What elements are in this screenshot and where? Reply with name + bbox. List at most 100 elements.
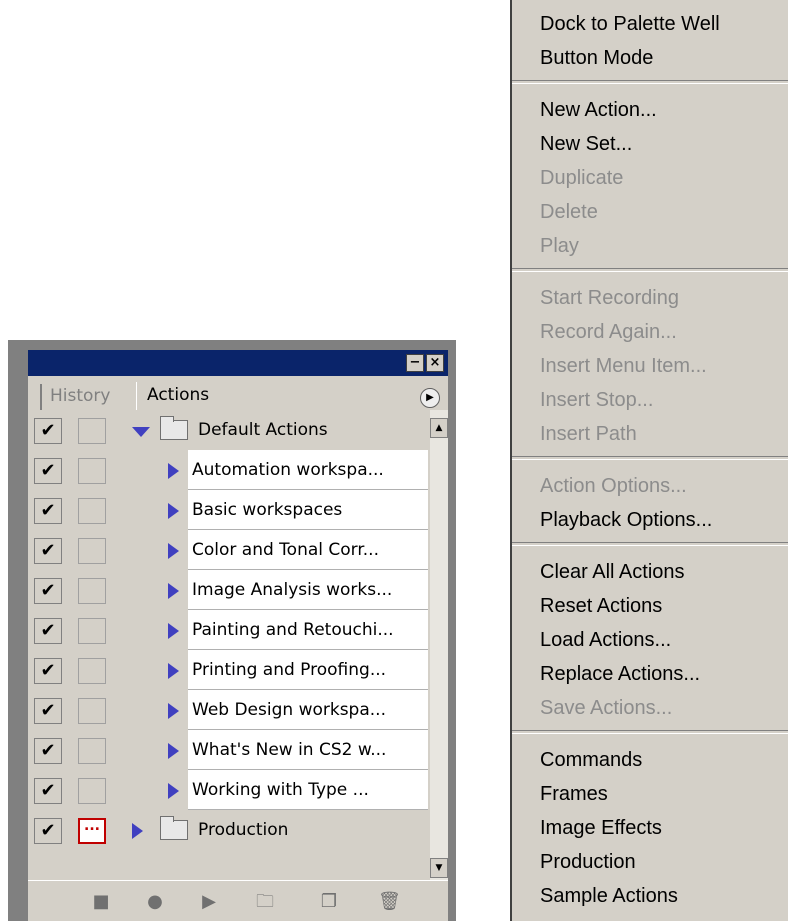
action-label: Color and Tonal Corr... <box>192 540 379 560</box>
toggle-item-checkbox[interactable]: ✔ <box>34 778 62 804</box>
action-label: Working with Type ... <box>192 780 369 800</box>
action-row[interactable]: ✔ Working with Type ... <box>28 770 428 810</box>
actions-list: ✔ Default Actions ✔ Automation workspa...… <box>28 410 448 880</box>
minimize-icon[interactable]: − <box>406 354 424 372</box>
menu-item-production[interactable]: Production <box>540 846 636 878</box>
toggle-item-checkbox[interactable]: ✔ <box>34 498 62 524</box>
menu-item-start-recording: Start Recording <box>540 287 679 309</box>
palette-tabs: History Actions ▶ <box>28 376 448 410</box>
toggle-dialog-checkbox[interactable] <box>78 738 106 764</box>
menu-item-save-actions: Save Actions... <box>540 697 673 719</box>
action-row[interactable]: ✔ Automation workspa... <box>28 450 428 490</box>
scroll-down-icon[interactable]: ▼ <box>430 858 448 878</box>
set-label: Production <box>198 820 289 840</box>
new-set-icon[interactable]: 🗀 <box>256 893 274 911</box>
actions-palette: − × History Actions ▶ ✔ Default Actions … <box>8 340 456 921</box>
toggle-dialog-checkbox[interactable] <box>78 498 106 524</box>
close-icon[interactable]: × <box>426 354 444 372</box>
palette-menu-arrow-icon[interactable]: ▶ <box>420 388 440 408</box>
toggle-item-checkbox[interactable]: ✔ <box>34 658 62 684</box>
stop-icon[interactable]: ■ <box>92 893 110 911</box>
expand-triangle-right-icon[interactable] <box>168 743 179 759</box>
expand-triangle-right-icon[interactable] <box>168 503 179 519</box>
set-row-production[interactable]: ✔ Production <box>28 810 428 850</box>
menu-item-sample-actions[interactable]: Sample Actions <box>540 880 678 912</box>
new-action-icon[interactable]: ❐ <box>320 893 338 911</box>
action-row[interactable]: ✔ Painting and Retouchi... <box>28 610 428 650</box>
folder-icon <box>160 816 188 840</box>
tab-actions[interactable]: Actions <box>136 382 232 410</box>
menu-item-action-options: Action Options... <box>540 475 687 497</box>
list-scrollbar[interactable]: ▲ ▼ <box>430 410 448 880</box>
palette-button-bar: ■ ● ▶ 🗀 ❐ 🗑 <box>28 880 448 921</box>
expand-triangle-right-icon[interactable] <box>168 463 179 479</box>
expand-triangle-down-icon[interactable] <box>132 427 150 437</box>
palette-titlebar[interactable]: − × <box>28 350 448 376</box>
toggle-item-checkbox[interactable]: ✔ <box>34 698 62 724</box>
menu-item-commands[interactable]: Commands <box>540 744 642 776</box>
record-icon[interactable]: ● <box>146 893 164 911</box>
tab-history[interactable]: History <box>40 384 140 410</box>
expand-triangle-right-icon[interactable] <box>168 623 179 639</box>
action-row[interactable]: ✔ Color and Tonal Corr... <box>28 530 428 570</box>
folder-icon <box>160 416 188 440</box>
toggle-item-checkbox[interactable]: ✔ <box>34 418 62 444</box>
actions-flyout-menu: Dock to Palette Well Button Mode New Actio… <box>510 0 788 921</box>
toggle-item-checkbox[interactable]: ✔ <box>34 538 62 564</box>
menu-separator <box>512 456 788 460</box>
play-icon[interactable]: ▶ <box>200 893 218 911</box>
menu-item-new-action[interactable]: New Action... <box>540 94 657 126</box>
menu-item-delete: Delete <box>540 201 598 223</box>
toggle-dialog-checkbox[interactable] <box>78 578 106 604</box>
toggle-dialog-checkbox[interactable] <box>78 458 106 484</box>
menu-separator <box>512 730 788 734</box>
toggle-item-checkbox[interactable]: ✔ <box>34 738 62 764</box>
toggle-item-checkbox[interactable]: ✔ <box>34 458 62 484</box>
action-label: Printing and Proofing... <box>192 660 387 680</box>
menu-item-dock-to-palette-well[interactable]: Dock to Palette Well <box>540 8 720 40</box>
toggle-dialog-checkbox[interactable] <box>78 778 106 804</box>
toggle-item-checkbox[interactable]: ✔ <box>34 618 62 644</box>
toggle-dialog-checkbox[interactable] <box>78 698 106 724</box>
action-row[interactable]: ✔ Image Analysis works... <box>28 570 428 610</box>
toggle-dialog-checkbox[interactable] <box>78 818 106 844</box>
menu-item-frames[interactable]: Frames <box>540 778 608 810</box>
action-row[interactable]: ✔ What's New in CS2 w... <box>28 730 428 770</box>
action-label: Image Analysis works... <box>192 580 393 600</box>
toggle-item-checkbox[interactable]: ✔ <box>34 578 62 604</box>
action-row[interactable]: ✔ Printing and Proofing... <box>28 650 428 690</box>
expand-triangle-right-icon[interactable] <box>168 583 179 599</box>
menu-item-image-effects[interactable]: Image Effects <box>540 812 662 844</box>
menu-item-insert-path: Insert Path <box>540 423 637 445</box>
menu-item-play: Play <box>540 235 579 257</box>
toggle-dialog-checkbox[interactable] <box>78 538 106 564</box>
scroll-up-icon[interactable]: ▲ <box>430 418 448 438</box>
menu-item-playback-options[interactable]: Playback Options... <box>540 504 712 536</box>
action-row[interactable]: ✔ Web Design workspa... <box>28 690 428 730</box>
action-row[interactable]: ✔ Basic workspaces <box>28 490 428 530</box>
menu-item-button-mode[interactable]: Button Mode <box>540 42 653 74</box>
menu-item-record-again: Record Again... <box>540 321 677 343</box>
trash-icon[interactable]: 🗑 <box>378 893 401 911</box>
toggle-item-checkbox[interactable]: ✔ <box>34 818 62 844</box>
action-label: What's New in CS2 w... <box>192 740 387 760</box>
toggle-dialog-checkbox[interactable] <box>78 618 106 644</box>
menu-item-insert-stop: Insert Stop... <box>540 389 654 411</box>
expand-triangle-right-icon[interactable] <box>168 703 179 719</box>
expand-triangle-right-icon[interactable] <box>132 823 143 839</box>
menu-item-reset-actions[interactable]: Reset Actions <box>540 590 662 622</box>
action-label: Automation workspa... <box>192 460 384 480</box>
toggle-dialog-checkbox[interactable] <box>78 658 106 684</box>
menu-separator <box>512 542 788 546</box>
expand-triangle-right-icon[interactable] <box>168 783 179 799</box>
menu-item-load-actions[interactable]: Load Actions... <box>540 624 671 656</box>
menu-item-clear-all-actions[interactable]: Clear All Actions <box>540 556 685 588</box>
set-row-default-actions[interactable]: ✔ Default Actions <box>28 410 428 450</box>
action-label: Web Design workspa... <box>192 700 386 720</box>
expand-triangle-right-icon[interactable] <box>168 543 179 559</box>
expand-triangle-right-icon[interactable] <box>168 663 179 679</box>
menu-item-replace-actions[interactable]: Replace Actions... <box>540 658 700 690</box>
toggle-dialog-checkbox[interactable] <box>78 418 106 444</box>
menu-item-new-set[interactable]: New Set... <box>540 128 632 160</box>
action-label: Painting and Retouchi... <box>192 620 394 640</box>
